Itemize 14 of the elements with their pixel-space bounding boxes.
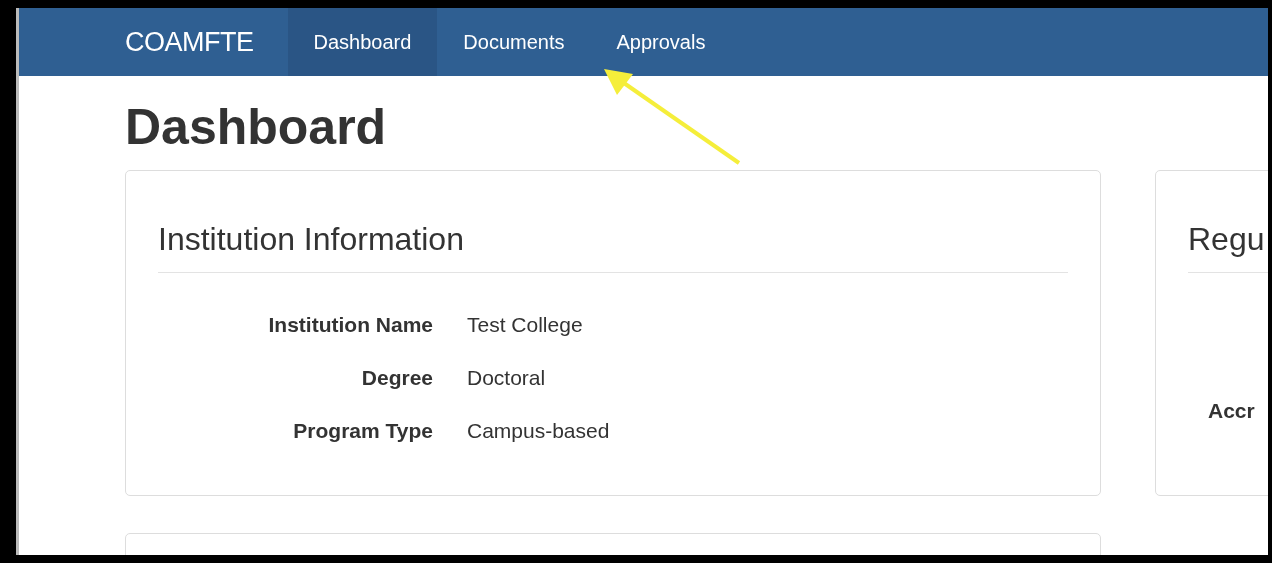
field-label: Institution Name [267,313,433,337]
field-label: Program Type [292,419,433,443]
nav-tab[interactable]: Documents [437,8,591,76]
page-title: Dashboard [125,102,388,152]
field-label: Accr [1208,399,1256,423]
card-title: Institution Information [158,221,1068,273]
field-value: Campus-based [467,419,611,443]
nav-tab[interactable]: Dashboard [287,8,438,76]
field-label: Degree [360,366,433,390]
field-value: Doctoral [467,366,547,390]
nav-tab[interactable]: Approvals [590,8,732,76]
field-value: Test College [467,313,584,337]
card-title: Regu [1188,221,1268,273]
brand-logo[interactable]: COAMFTE [125,8,254,76]
